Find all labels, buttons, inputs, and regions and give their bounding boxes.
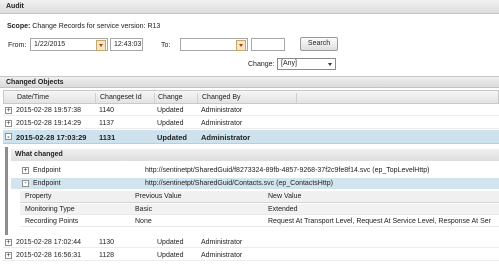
to-date-field[interactable] <box>180 38 248 51</box>
endpoint-url: http://sentinetpt/SharedGuid/f8273324-89… <box>145 167 430 174</box>
to-label: To: <box>161 42 171 49</box>
expand-icon[interactable]: + <box>5 252 12 259</box>
change-filter-value: [Any] <box>281 60 297 67</box>
expand-icon[interactable]: + <box>5 107 12 114</box>
from-date-value: 1/22/2015 <box>34 41 66 48</box>
row-change: Updated <box>157 252 184 259</box>
change-filter-select[interactable]: [Any] <box>277 58 336 70</box>
property-header: Property Previous Value New Value <box>20 191 499 203</box>
row-change: Updated <box>157 239 184 246</box>
column-header-datetime[interactable]: Date/Time <box>17 94 49 101</box>
change-detail-panel: What changed + Endpoint http://sentinetp… <box>5 147 499 235</box>
column-header-new: New Value <box>268 193 302 200</box>
row-change: Updated <box>157 120 184 127</box>
from-date-field[interactable]: 1/22/2015 <box>30 38 108 51</box>
column-header-changed-by[interactable]: Changed By <box>202 94 241 101</box>
row-changed-by: Administrator <box>201 120 243 127</box>
property-previous: None <box>135 218 152 225</box>
row-datetime: 2015-02-28 17:02:44 <box>16 239 81 246</box>
column-header-property: Property <box>25 193 52 200</box>
chevron-down-icon <box>326 59 335 69</box>
property-previous: Basic <box>135 206 153 213</box>
section-title: Changed Objects <box>0 76 499 88</box>
what-changed-title: What changed <box>11 149 499 161</box>
scope-line: Scope: Change Records for service versio… <box>7 23 160 30</box>
property-changes-table: Property Previous Value New Value Monito… <box>20 191 499 231</box>
column-header-changeset[interactable]: Changeset Id <box>100 94 142 101</box>
collapse-icon[interactable]: - <box>22 180 29 187</box>
row-datetime: 2015-02-28 17:03:29 <box>16 133 87 142</box>
row-changed-by: Administrator <box>201 239 243 246</box>
column-header-previous: Previous Value <box>135 193 182 200</box>
table-row[interactable]: + 2015-02-28 16:56:31 1128 Updated Admin… <box>3 250 499 261</box>
expand-icon[interactable]: + <box>22 167 29 174</box>
column-header-change[interactable]: Change <box>158 94 183 101</box>
property-name: Recording Points <box>25 218 79 225</box>
grid-header: Date/Time Changeset Id Change Changed By <box>3 90 499 104</box>
expand-icon[interactable]: + <box>5 239 12 246</box>
property-new: Request At Transport Level, Request At S… <box>268 218 491 225</box>
scope-label: Scope: <box>7 23 31 30</box>
endpoint-row[interactable]: + Endpoint http://sentinetpt/SharedGuid/… <box>11 165 499 176</box>
row-changed-by: Administrator <box>201 252 243 259</box>
row-datetime: 2015-02-28 19:14:29 <box>16 120 81 127</box>
table-row[interactable]: + 2015-02-28 19:14:29 1137 Updated Admin… <box>3 118 499 129</box>
row-change: Updated <box>157 107 184 114</box>
panel-title: Audit <box>0 0 499 14</box>
change-filter-label: Change: <box>248 61 275 68</box>
table-row-selected[interactable]: - 2015-02-28 17:03:29 1131 Updated Admin… <box>3 130 499 144</box>
table-row[interactable]: + 2015-02-28 19:57:38 1140 Updated Admin… <box>3 105 499 116</box>
endpoint-row-selected[interactable]: - Endpoint http://sentinetpt/SharedGuid/… <box>11 178 499 189</box>
from-time-field[interactable]: 12:43:03 <box>110 38 143 51</box>
property-row: Monitoring Type Basic Extended <box>20 204 499 215</box>
row-changed-by: Administrator <box>201 133 251 142</box>
row-changeset: 1137 <box>99 120 115 127</box>
collapse-icon[interactable]: - <box>5 133 12 140</box>
row-changeset: 1128 <box>99 252 115 259</box>
search-button[interactable]: Search <box>300 37 338 51</box>
expand-icon[interactable]: + <box>5 120 12 127</box>
endpoint-label: Endpoint <box>33 167 61 174</box>
row-changeset: 1131 <box>99 133 116 142</box>
scope-text: Change Records for service version: R13 <box>32 23 161 30</box>
property-name: Monitoring Type <box>25 206 75 213</box>
calendar-icon[interactable] <box>96 40 106 51</box>
row-changeset: 1140 <box>99 107 115 114</box>
row-datetime: 2015-02-28 19:57:38 <box>16 107 81 114</box>
from-time-value: 12:43:03 <box>114 41 142 48</box>
property-new: Extended <box>268 206 298 213</box>
table-row[interactable]: + 2015-02-28 17:02:44 1130 Updated Admin… <box>3 237 499 248</box>
endpoint-label: Endpoint <box>33 180 61 187</box>
to-time-field[interactable] <box>251 38 285 51</box>
from-label: From: <box>8 42 27 49</box>
property-row: Recording Points None Request At Transpo… <box>20 216 499 227</box>
row-datetime: 2015-02-28 16:56:31 <box>16 252 81 259</box>
endpoint-url: http://sentinetpt/SharedGuid/Contacts.sv… <box>145 180 333 187</box>
row-changed-by: Administrator <box>201 107 243 114</box>
row-change: Updated <box>157 133 187 142</box>
calendar-icon[interactable] <box>236 40 246 51</box>
row-changeset: 1130 <box>99 239 115 246</box>
